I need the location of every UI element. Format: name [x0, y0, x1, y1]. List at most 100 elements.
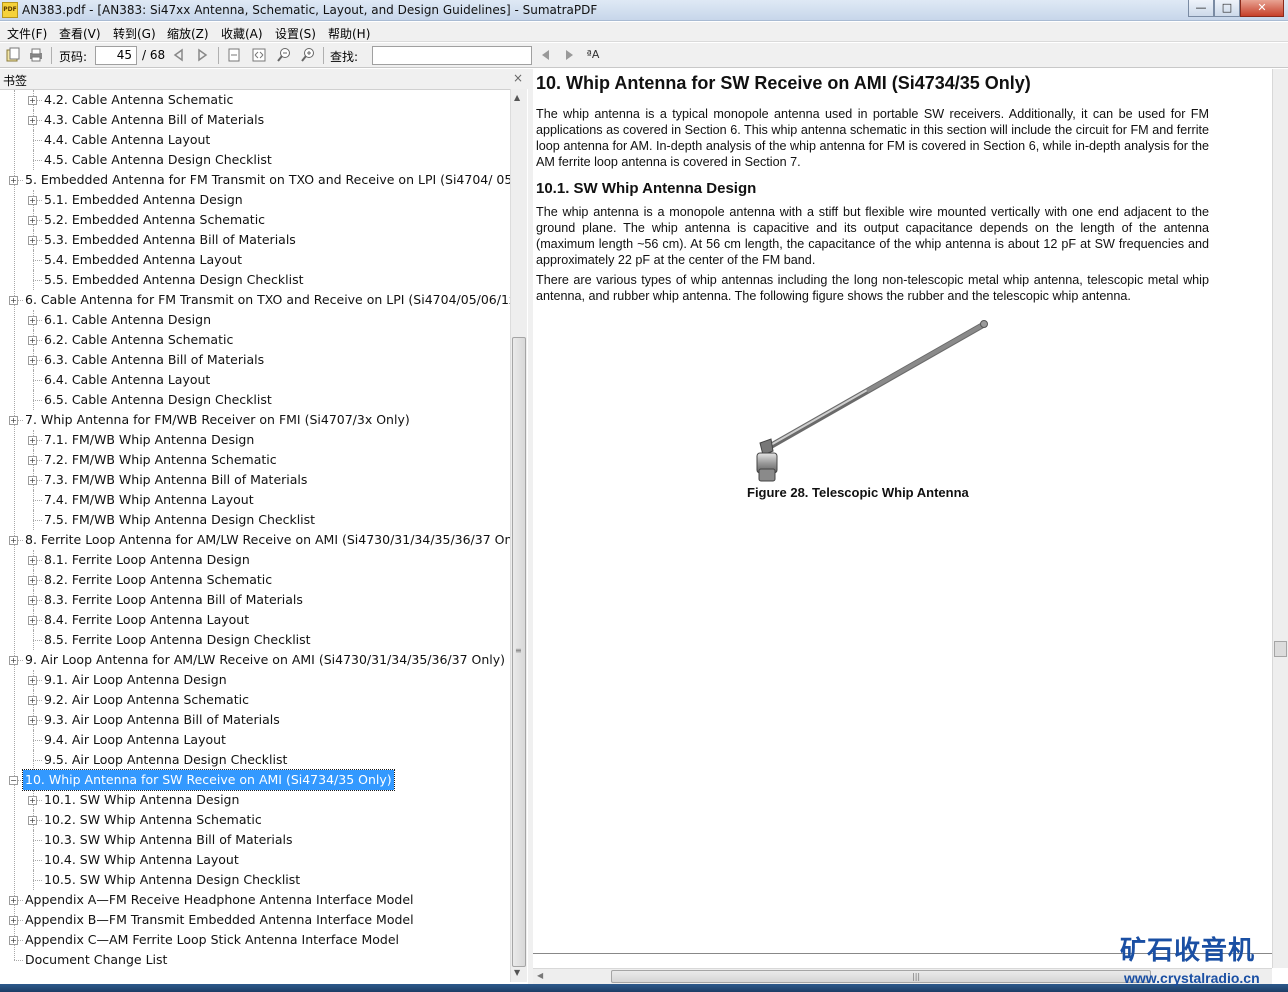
expand-toggle-icon[interactable]: +: [9, 536, 18, 545]
bookmark-item[interactable]: 9.4. Air Loop Antenna Layout: [44, 730, 226, 750]
match-case-icon[interactable]: ªA: [585, 47, 601, 63]
bookmark-item[interactable]: 5.4. Embedded Antenna Layout: [44, 250, 242, 270]
expand-toggle-icon[interactable]: +: [9, 656, 18, 665]
bookmark-item[interactable]: 8.5. Ferrite Loop Antenna Design Checkli…: [44, 630, 311, 650]
bookmark-item[interactable]: 5.3. Embedded Antenna Bill of Materials: [44, 230, 296, 250]
maximize-button[interactable]: □: [1214, 0, 1240, 17]
find-input[interactable]: [372, 46, 532, 65]
expand-toggle-icon[interactable]: +: [28, 716, 37, 725]
fit-width-icon[interactable]: [251, 47, 267, 63]
bookmark-item[interactable]: 10.5. SW Whip Antenna Design Checklist: [44, 870, 300, 890]
bookmark-item[interactable]: 7.2. FM/WB Whip Antenna Schematic: [44, 450, 277, 470]
previous-page-icon[interactable]: [171, 47, 187, 63]
bookmark-item[interactable]: 8.1. Ferrite Loop Antenna Design: [44, 550, 250, 570]
bookmark-item[interactable]: 7.3. FM/WB Whip Antenna Bill of Material…: [44, 470, 307, 490]
bookmark-item[interactable]: 4.2. Cable Antenna Schematic: [44, 90, 233, 110]
expand-toggle-icon[interactable]: +: [28, 676, 37, 685]
expand-toggle-icon[interactable]: +: [28, 796, 37, 805]
expand-toggle-icon[interactable]: +: [28, 236, 37, 245]
menu-view[interactable]: 查看(V): [59, 25, 101, 42]
document-scroll-thumb[interactable]: [1274, 641, 1287, 657]
expand-toggle-icon[interactable]: +: [28, 336, 37, 345]
menu-settings[interactable]: 设置(S): [275, 25, 316, 42]
fit-page-icon[interactable]: [226, 47, 242, 63]
expand-toggle-icon[interactable]: +: [28, 196, 37, 205]
expand-toggle-icon[interactable]: +: [28, 456, 37, 465]
expand-toggle-icon[interactable]: +: [9, 416, 18, 425]
bookmark-item[interactable]: Appendix C—AM Ferrite Loop Stick Antenna…: [25, 930, 399, 950]
expand-toggle-icon[interactable]: −: [9, 776, 18, 785]
minimize-button[interactable]: —: [1188, 0, 1214, 17]
bookmark-item[interactable]: 9.5. Air Loop Antenna Design Checklist: [44, 750, 287, 770]
document-hscroll-thumb[interactable]: |||: [611, 970, 1151, 983]
expand-toggle-icon[interactable]: +: [28, 96, 37, 105]
bookmark-item[interactable]: 4.5. Cable Antenna Design Checklist: [44, 150, 272, 170]
bookmarks-scroll-thumb[interactable]: ≡: [512, 337, 526, 967]
bookmark-item[interactable]: 9.3. Air Loop Antenna Bill of Materials: [44, 710, 280, 730]
expand-toggle-icon[interactable]: +: [9, 176, 18, 185]
bookmark-item[interactable]: 6.3. Cable Antenna Bill of Materials: [44, 350, 264, 370]
expand-toggle-icon[interactable]: +: [28, 696, 37, 705]
bookmark-item[interactable]: 10.3. SW Whip Antenna Bill of Materials: [44, 830, 293, 850]
bookmark-item[interactable]: 10.2. SW Whip Antenna Schematic: [44, 810, 262, 830]
zoom-in-icon[interactable]: [300, 47, 316, 63]
menu-help[interactable]: 帮助(H): [328, 25, 370, 42]
bookmark-item[interactable]: 5.1. Embedded Antenna Design: [44, 190, 243, 210]
document-view[interactable]: 10. Whip Antenna for SW Receive on AMI (…: [533, 69, 1272, 968]
bookmark-item[interactable]: 8. Ferrite Loop Antenna for AM/LW Receiv…: [25, 530, 510, 550]
bookmark-item-selected[interactable]: 10. Whip Antenna for SW Receive on AMI (…: [22, 769, 395, 791]
bookmark-item[interactable]: 9.1. Air Loop Antenna Design: [44, 670, 227, 690]
expand-toggle-icon[interactable]: +: [9, 936, 18, 945]
bookmark-item[interactable]: 6. Cable Antenna for FM Transmit on TXO …: [25, 290, 510, 310]
bookmark-item[interactable]: 8.3. Ferrite Loop Antenna Bill of Materi…: [44, 590, 303, 610]
bookmark-item[interactable]: 9. Air Loop Antenna for AM/LW Receive on…: [25, 650, 505, 670]
menu-file[interactable]: 文件(F): [7, 25, 47, 42]
menu-favorites[interactable]: 收藏(A): [221, 25, 263, 42]
bookmark-item[interactable]: 8.4. Ferrite Loop Antenna Layout: [44, 610, 249, 630]
expand-toggle-icon[interactable]: +: [9, 896, 18, 905]
bookmark-item[interactable]: 6.1. Cable Antenna Design: [44, 310, 211, 330]
expand-toggle-icon[interactable]: +: [28, 556, 37, 565]
bookmark-item[interactable]: 4.3. Cable Antenna Bill of Materials: [44, 110, 264, 130]
expand-toggle-icon[interactable]: +: [28, 476, 37, 485]
zoom-out-icon[interactable]: [276, 47, 292, 63]
bookmark-item[interactable]: 7.1. FM/WB Whip Antenna Design: [44, 430, 254, 450]
expand-toggle-icon[interactable]: +: [28, 316, 37, 325]
expand-toggle-icon[interactable]: +: [28, 616, 37, 625]
bookmark-item[interactable]: 10.1. SW Whip Antenna Design: [44, 790, 239, 810]
bookmark-item[interactable]: 9.2. Air Loop Antenna Schematic: [44, 690, 249, 710]
find-next-icon[interactable]: [561, 47, 577, 63]
bookmarks-scrollbar[interactable]: ▲ ≡ ▼: [510, 89, 527, 982]
bookmark-item[interactable]: 10.4. SW Whip Antenna Layout: [44, 850, 239, 870]
bookmark-item[interactable]: Appendix B—FM Transmit Embedded Antenna …: [25, 910, 414, 930]
bookmark-item[interactable]: Document Change List: [25, 950, 167, 970]
bookmark-item[interactable]: 7.5. FM/WB Whip Antenna Design Checklist: [44, 510, 315, 530]
expand-toggle-icon[interactable]: +: [28, 216, 37, 225]
scroll-left-arrow-icon[interactable]: ◀: [537, 971, 543, 980]
bookmark-item[interactable]: 7. Whip Antenna for FM/WB Receiver on FM…: [25, 410, 410, 430]
page-number-input[interactable]: 45: [95, 46, 137, 65]
document-vertical-scrollbar[interactable]: [1272, 69, 1288, 968]
bookmark-item[interactable]: 5.5. Embedded Antenna Design Checklist: [44, 270, 303, 290]
expand-toggle-icon[interactable]: +: [28, 596, 37, 605]
bookmark-item[interactable]: 8.2. Ferrite Loop Antenna Schematic: [44, 570, 272, 590]
bookmark-item[interactable]: 7.4. FM/WB Whip Antenna Layout: [44, 490, 254, 510]
menu-zoom[interactable]: 缩放(Z): [167, 25, 209, 42]
expand-toggle-icon[interactable]: +: [9, 916, 18, 925]
menu-goto[interactable]: 转到(G): [113, 25, 156, 42]
scroll-up-arrow-icon[interactable]: ▲: [514, 93, 520, 102]
close-bookmarks-icon[interactable]: ×: [513, 71, 523, 85]
bookmark-item[interactable]: Appendix A—FM Receive Headphone Antenna …: [25, 890, 414, 910]
expand-toggle-icon[interactable]: +: [9, 296, 18, 305]
print-icon[interactable]: [28, 47, 44, 63]
bookmark-item[interactable]: 6.5. Cable Antenna Design Checklist: [44, 390, 272, 410]
next-page-icon[interactable]: [194, 47, 210, 63]
find-previous-icon[interactable]: [538, 47, 554, 63]
expand-toggle-icon[interactable]: +: [28, 576, 37, 585]
close-button[interactable]: ✕: [1240, 0, 1284, 17]
bookmark-item[interactable]: 5. Embedded Antenna for FM Transmit on T…: [25, 170, 510, 190]
bookmark-item[interactable]: 6.4. Cable Antenna Layout: [44, 370, 210, 390]
bookmark-item[interactable]: 4.4. Cable Antenna Layout: [44, 130, 210, 150]
open-file-icon[interactable]: [5, 47, 21, 63]
expand-toggle-icon[interactable]: +: [28, 116, 37, 125]
